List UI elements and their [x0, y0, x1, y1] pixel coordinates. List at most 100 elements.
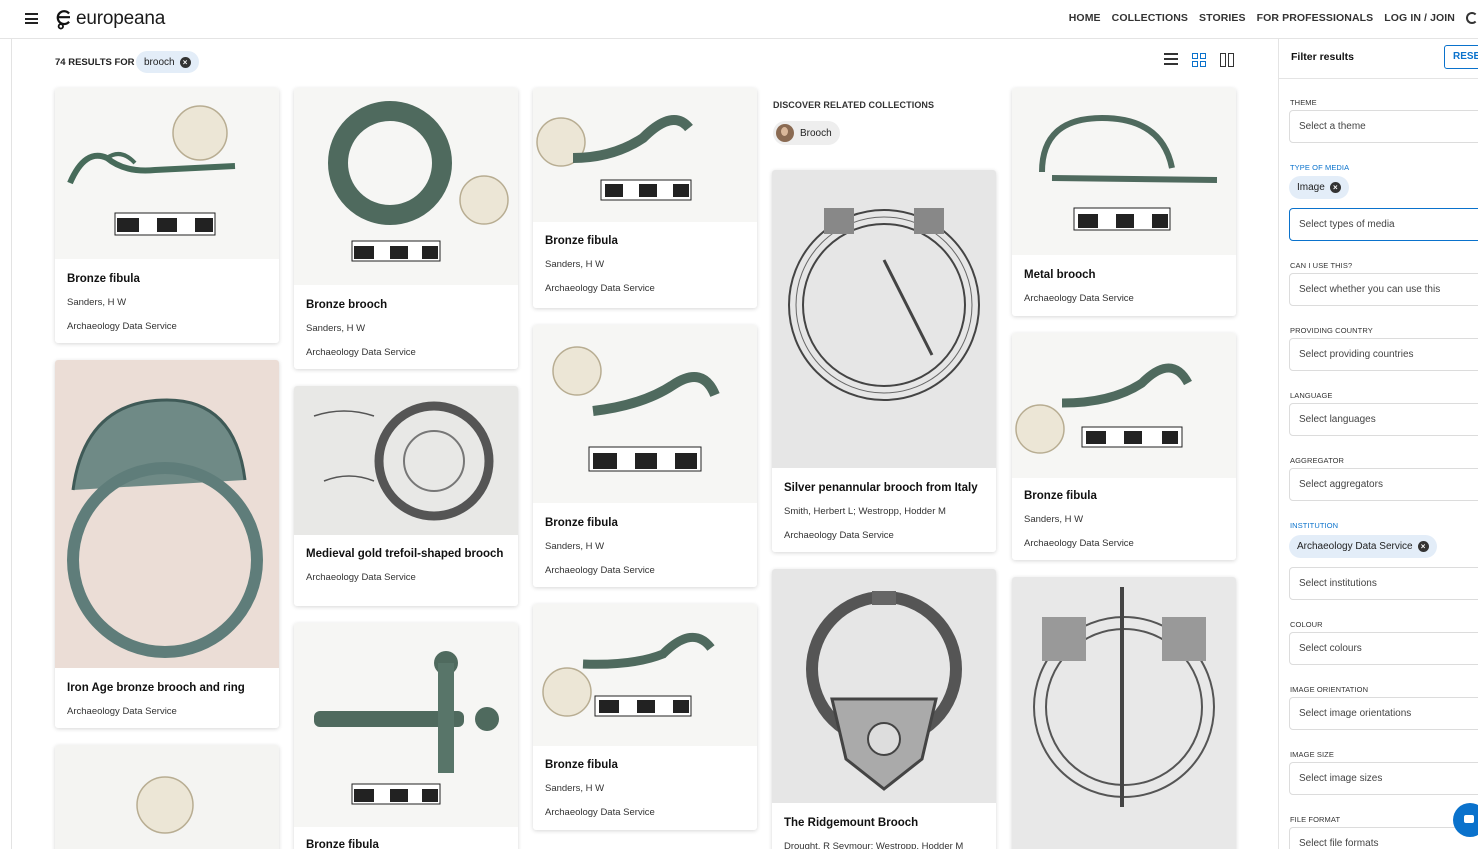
image-size-select[interactable]: Select image sizes — [1289, 762, 1478, 795]
nav-for-professionals[interactable]: FOR PROFESSIONALS — [1257, 12, 1374, 24]
institution-placeholder: Select institutions — [1299, 578, 1377, 589]
result-card[interactable]: Metal brooch Archaeology Data Service — [1012, 88, 1236, 316]
institution-select[interactable]: Select institutions — [1289, 567, 1478, 600]
media-type-chip[interactable]: Image × — [1289, 176, 1349, 199]
card-title: Bronze brooch — [306, 299, 388, 311]
image-size-placeholder: Select image sizes — [1299, 773, 1383, 784]
result-card[interactable] — [55, 745, 279, 849]
reuse-placeholder: Select whether you can use this — [1299, 284, 1441, 295]
card-title: Bronze fibula — [545, 517, 618, 529]
card-title: Bronze fibula — [67, 273, 140, 285]
nav-login-join[interactable]: LOG IN / JOIN — [1384, 12, 1455, 24]
card-provider: Archaeology Data Service — [67, 321, 177, 332]
nav-stories[interactable]: STORIES — [1199, 12, 1246, 24]
colour-placeholder: Select colours — [1299, 643, 1362, 654]
card-provider: Archaeology Data Service — [545, 807, 655, 818]
card-creator: Drought, R Seymour; Westropp, Hodder M — [784, 841, 964, 849]
card-title: Bronze fibula — [306, 839, 379, 849]
card-title: Silver penannular brooch from Italy — [784, 482, 978, 494]
result-card[interactable]: Bronze fibula Sanders, H W Archaeology D… — [1012, 333, 1236, 560]
brand-name: europeana — [76, 8, 166, 29]
card-thumbnail — [55, 360, 279, 668]
result-card[interactable]: Medieval gold trefoil-shaped brooch Arch… — [294, 386, 518, 606]
card-creator: Smith, Herbert L; Westropp, Hodder M — [784, 506, 946, 517]
card-provider: Archaeology Data Service — [67, 706, 177, 717]
language-label: LANGUAGE — [1290, 391, 1333, 400]
card-provider: Archaeology Data Service — [306, 572, 416, 583]
search-icon[interactable] — [1466, 12, 1478, 24]
related-collection-label: Brooch — [800, 127, 832, 139]
result-card[interactable]: Bronze fibula Sanders, H W Archaeology D… — [533, 88, 757, 308]
result-card[interactable]: Bronze fibula — [294, 623, 518, 849]
discover-title: DISCOVER RELATED COLLECTIONS — [773, 100, 935, 110]
result-card[interactable]: Bronze fibula Sanders, H W Archaeology D… — [55, 88, 279, 343]
list-view-icon[interactable] — [1164, 53, 1178, 67]
result-card[interactable] — [1012, 577, 1236, 849]
theme-select[interactable]: Select a theme — [1289, 110, 1478, 143]
aggregator-placeholder: Select aggregators — [1299, 479, 1383, 490]
card-provider: Archaeology Data Service — [545, 565, 655, 576]
hamburger-menu-icon[interactable] — [25, 13, 38, 24]
filter-title: Filter results — [1291, 51, 1355, 63]
card-creator: Sanders, H W — [1024, 514, 1084, 525]
remove-institution-filter-icon[interactable]: × — [1417, 541, 1429, 552]
card-title: Medieval gold trefoil-shaped brooch — [306, 548, 504, 560]
card-thumbnail — [1012, 88, 1236, 255]
card-provider: Archaeology Data Service — [545, 283, 655, 294]
related-collection-brooch[interactable]: Brooch — [773, 121, 840, 145]
aggregator-select[interactable]: Select aggregators — [1289, 468, 1478, 501]
europeana-logo[interactable]: europeana — [55, 7, 165, 31]
language-select[interactable]: Select languages — [1289, 403, 1478, 436]
colour-select[interactable]: Select colours — [1289, 632, 1478, 665]
institution-label: INSTITUTION — [1290, 521, 1339, 530]
card-thumbnail — [772, 170, 996, 468]
nav-collections[interactable]: COLLECTIONS — [1112, 12, 1188, 24]
card-provider: Archaeology Data Service — [1024, 293, 1134, 304]
query-pill[interactable]: brooch × — [136, 51, 199, 73]
result-card[interactable]: Bronze brooch Sanders, H W Archaeology D… — [294, 88, 518, 369]
results-count: 74 RESULTS FOR — [55, 57, 135, 68]
remove-query-icon[interactable]: × — [179, 56, 191, 68]
card-creator: Sanders, H W — [306, 323, 366, 334]
reuse-label: CAN I USE THIS? — [1290, 261, 1353, 270]
reset-filters-button[interactable]: RESET — [1444, 45, 1478, 69]
card-thumbnail — [294, 88, 518, 285]
card-creator: Sanders, H W — [545, 259, 605, 270]
sidebar-divider — [1279, 78, 1478, 79]
card-provider: Archaeology Data Service — [1024, 538, 1134, 549]
orientation-select[interactable]: Select image orientations — [1289, 697, 1478, 730]
orientation-placeholder: Select image orientations — [1299, 708, 1412, 719]
file-format-select[interactable]: Select file formats — [1289, 827, 1478, 849]
result-card[interactable]: Bronze fibula Sanders, H W Archaeology D… — [533, 325, 757, 587]
result-card[interactable]: Silver penannular brooch from Italy Smit… — [772, 170, 996, 552]
card-thumbnail — [294, 623, 518, 827]
card-thumbnail — [533, 88, 757, 222]
main-nav: HOME COLLECTIONS STORIES FOR PROFESSIONA… — [1058, 12, 1478, 24]
filter-sidebar: Filter results RESET THEME Select a them… — [1278, 39, 1478, 849]
result-card[interactable]: The Ridgemount Brooch Drought, R Seymour… — [772, 569, 996, 849]
grid-view-icon[interactable] — [1192, 53, 1206, 67]
card-title: The Ridgemount Brooch — [784, 817, 919, 829]
orientation-label: IMAGE ORIENTATION — [1290, 685, 1369, 694]
media-type-select[interactable]: Select types of media — [1289, 208, 1478, 241]
result-card[interactable]: Iron Age bronze brooch and ring Archaeol… — [55, 360, 279, 728]
theme-label: THEME — [1290, 98, 1317, 107]
view-toggles — [1164, 53, 1248, 67]
query-pill-label: brooch — [144, 56, 175, 68]
media-chip-label: Image — [1297, 182, 1325, 193]
media-type-placeholder: Select types of media — [1299, 219, 1395, 230]
top-header: europeana HOME COLLECTIONS STORIES FOR P… — [0, 0, 1478, 39]
country-select[interactable]: Select providing countries — [1289, 338, 1478, 371]
card-creator: Sanders, H W — [545, 783, 605, 794]
result-card[interactable]: Bronze fibula Sanders, H W Archaeology D… — [533, 604, 757, 830]
media-type-label: TYPE OF MEDIA — [1290, 163, 1350, 172]
card-title: Bronze fibula — [545, 759, 618, 771]
nav-home[interactable]: HOME — [1069, 12, 1101, 24]
institution-chip[interactable]: Archaeology Data Service × — [1289, 535, 1437, 558]
image-size-label: IMAGE SIZE — [1290, 750, 1334, 759]
card-title: Bronze fibula — [1024, 490, 1097, 502]
remove-media-filter-icon[interactable]: × — [1329, 182, 1341, 193]
card-thumbnail — [533, 604, 757, 746]
mosaic-view-icon[interactable] — [1220, 53, 1234, 67]
reuse-select[interactable]: Select whether you can use this — [1289, 273, 1478, 306]
